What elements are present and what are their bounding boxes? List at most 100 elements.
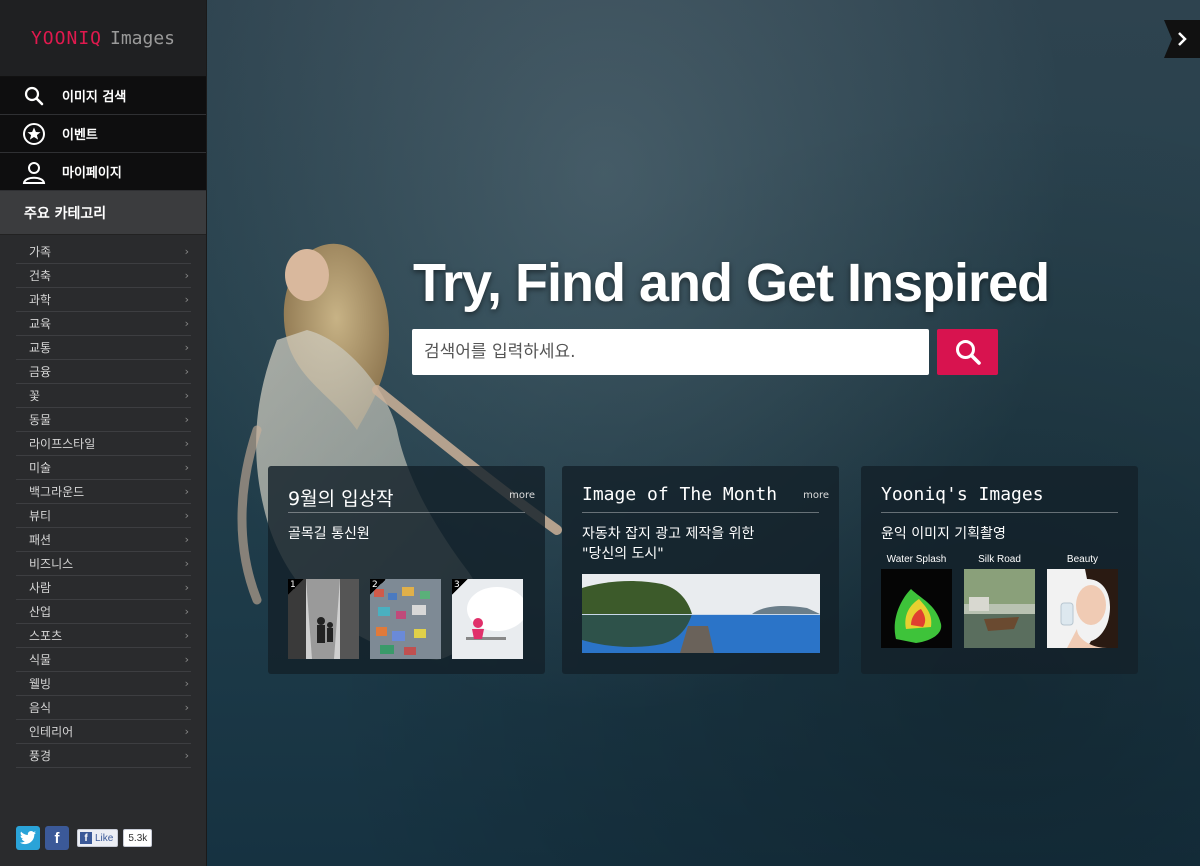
- category-label: 뷰티: [29, 509, 52, 523]
- chevron-right-icon: ›: [184, 389, 189, 402]
- category-item[interactable]: 스포츠 ›: [16, 624, 191, 648]
- category-item[interactable]: 식물 ›: [16, 648, 191, 672]
- silk-road-image[interactable]: [964, 569, 1035, 648]
- category-item[interactable]: 금융 ›: [16, 360, 191, 384]
- contest-thumb-3[interactable]: 3: [452, 579, 523, 659]
- beauty-image[interactable]: [1047, 569, 1118, 648]
- category-item[interactable]: 교육 ›: [16, 312, 191, 336]
- chevron-right-icon: ›: [184, 629, 189, 642]
- yooniq-item-label: Water Splash: [886, 554, 947, 565]
- search-icon: [22, 84, 46, 108]
- category-label: 건축: [29, 269, 52, 283]
- category-label: 식물: [29, 653, 52, 667]
- water-splash-image[interactable]: [881, 569, 952, 648]
- expand-panel-button[interactable]: [1164, 20, 1200, 58]
- search-icon: [955, 340, 981, 365]
- category-item[interactable]: 풍경 ›: [16, 744, 191, 768]
- logo[interactable]: YOONIQ Images: [0, 0, 206, 77]
- category-item[interactable]: 음식 ›: [16, 696, 191, 720]
- nav-label: 마이페이지: [62, 166, 122, 181]
- search-button[interactable]: [937, 329, 998, 375]
- chevron-right-icon: ›: [184, 269, 189, 282]
- category-label: 인테리어: [29, 725, 74, 739]
- like-count: 5.3k: [123, 829, 153, 847]
- chevron-right-icon: ›: [184, 365, 189, 378]
- category-item[interactable]: 교통 ›: [16, 336, 191, 360]
- category-item[interactable]: 웰빙 ›: [16, 672, 191, 696]
- category-label: 풍경: [29, 749, 52, 763]
- hero-area: Try, Find and Get Inspired 9월의 입상작 more …: [207, 0, 1200, 866]
- category-item[interactable]: 인테리어 ›: [16, 720, 191, 744]
- card-divider: [582, 512, 819, 513]
- card-subtitle: 자동차 잡지 광고 제작을 위한 "당신의 도시": [582, 524, 754, 564]
- category-item[interactable]: 미술 ›: [16, 456, 191, 480]
- thumb-number: 1: [288, 579, 304, 595]
- nav-image-search[interactable]: 이미지 검색: [0, 77, 206, 115]
- category-item[interactable]: 과학 ›: [16, 288, 191, 312]
- category-item[interactable]: 가족 ›: [16, 240, 191, 264]
- silk-road-thumbnail: [964, 569, 1035, 648]
- chevron-right-icon: ›: [184, 317, 189, 330]
- card-title: 9월의 입상작: [288, 488, 394, 510]
- category-label: 교통: [29, 341, 52, 355]
- category-item[interactable]: 백그라운드 ›: [16, 480, 191, 504]
- nav-mypage[interactable]: 마이페이지: [0, 153, 206, 191]
- category-item[interactable]: 패션 ›: [16, 528, 191, 552]
- lake-image: [582, 574, 820, 653]
- card-subtitle-line1: 자동차 잡지 광고 제작을 위한: [582, 526, 755, 542]
- category-list: 가족 › 건축 › 과학 › 교육 › 교통 › 금융 › 꽃 › 동물 › 라이프스타일 › 미…: [0, 235, 206, 768]
- category-label: 패션: [29, 533, 52, 547]
- like-label: Like: [95, 832, 114, 844]
- logo-product: Images: [110, 27, 176, 49]
- hero-title: Try, Find and Get Inspired: [413, 253, 1050, 313]
- category-label: 비즈니스: [29, 557, 74, 571]
- chevron-right-icon: ›: [184, 413, 189, 426]
- like-button[interactable]: f Like: [77, 829, 119, 847]
- card-title: Yooniq's Images: [881, 484, 1044, 505]
- category-label: 산업: [29, 605, 52, 619]
- facebook-icon[interactable]: f: [45, 826, 69, 850]
- chevron-right-icon: ›: [184, 677, 189, 690]
- more-link[interactable]: more: [509, 490, 535, 501]
- category-label: 스포츠: [29, 629, 63, 643]
- more-link[interactable]: more: [803, 490, 829, 501]
- category-label: 사람: [29, 581, 52, 595]
- chevron-right-icon: ›: [184, 701, 189, 714]
- category-item[interactable]: 라이프스타일 ›: [16, 432, 191, 456]
- category-item[interactable]: 비즈니스 ›: [16, 552, 191, 576]
- category-label: 가족: [29, 245, 52, 259]
- twitter-icon[interactable]: [16, 826, 40, 850]
- contest-thumb-2[interactable]: 2: [370, 579, 441, 659]
- search-input[interactable]: [412, 329, 929, 375]
- sidebar: YOONIQ Images 이미지 검색 이벤트 마이페이지 주요 카테고리 가…: [0, 0, 207, 866]
- chevron-right-icon: ›: [184, 485, 189, 498]
- category-label: 과학: [29, 293, 52, 307]
- chevron-right-icon: ›: [184, 509, 189, 522]
- chevron-right-icon: ›: [184, 653, 189, 666]
- category-label: 교육: [29, 317, 52, 331]
- thumb-number: 3: [452, 579, 468, 595]
- chevron-right-icon: ›: [184, 725, 189, 738]
- chevron-right-icon: ›: [184, 461, 189, 474]
- water-splash-thumbnail: [881, 569, 952, 648]
- chevron-right-icon: ›: [184, 245, 189, 258]
- category-item[interactable]: 동물 ›: [16, 408, 191, 432]
- card-subtitle: 골목길 통신원: [288, 526, 370, 542]
- nav-label: 이미지 검색: [62, 90, 127, 105]
- yooniq-images-card: Yooniq's Images 윤익 이미지 기획촬영 Water Splash…: [861, 466, 1138, 674]
- contest-thumb-1[interactable]: 1: [288, 579, 359, 659]
- chevron-right-icon: ›: [184, 557, 189, 570]
- facebook-like-icon: f: [80, 832, 92, 844]
- category-item[interactable]: 꽃 ›: [16, 384, 191, 408]
- card-subtitle-line2: "당신의 도시": [582, 546, 664, 562]
- chevron-right-icon: ›: [184, 293, 189, 306]
- category-item[interactable]: 산업 ›: [16, 600, 191, 624]
- category-item[interactable]: 뷰티 ›: [16, 504, 191, 528]
- nav-event[interactable]: 이벤트: [0, 115, 206, 153]
- image-of-month-photo[interactable]: [582, 574, 820, 653]
- category-item[interactable]: 건축 ›: [16, 264, 191, 288]
- chevron-right-icon: ›: [184, 341, 189, 354]
- category-label: 백그라운드: [29, 485, 85, 499]
- category-item[interactable]: 사람 ›: [16, 576, 191, 600]
- yooniq-item-label: Silk Road: [978, 554, 1021, 565]
